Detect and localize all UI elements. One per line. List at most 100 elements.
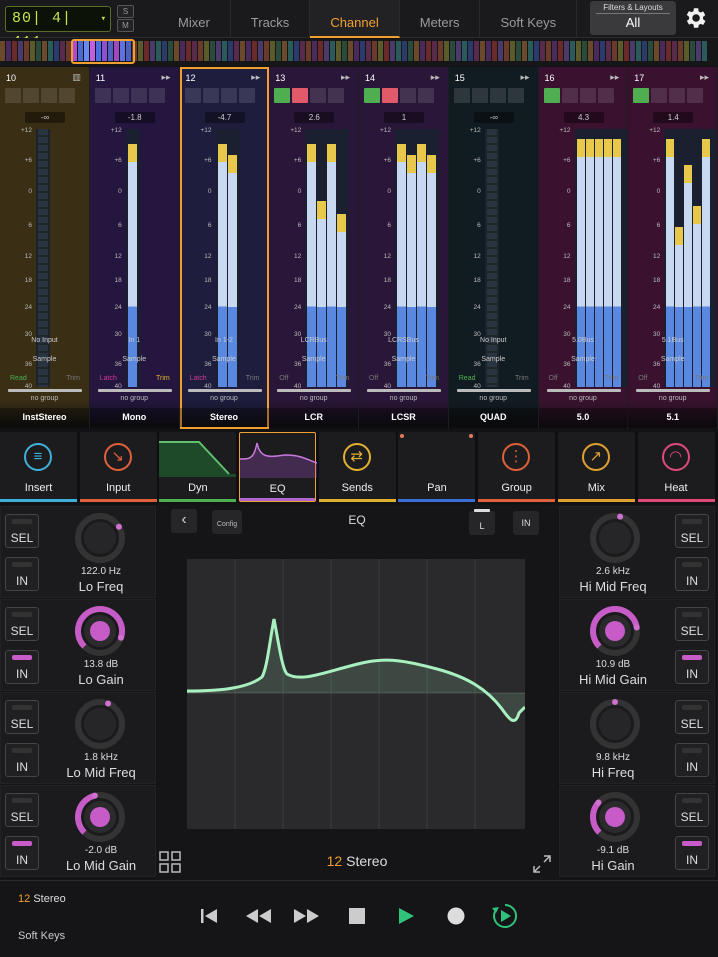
input-source[interactable]: 5.0Bus xyxy=(539,337,628,344)
insert-slot[interactable] xyxy=(184,88,201,103)
section-tab-pan[interactable]: Pan xyxy=(398,432,476,502)
filters-layouts-button[interactable]: Filters & Layouts All xyxy=(590,1,676,35)
sel-button[interactable]: SEL xyxy=(675,700,709,734)
automation-mode[interactable]: Off xyxy=(279,375,288,382)
gain-value[interactable]: -1.8 xyxy=(114,112,155,123)
eq-curve-graph[interactable] xyxy=(187,559,525,829)
automation-mode[interactable]: Read xyxy=(10,375,27,382)
in-button[interactable]: IN xyxy=(5,743,39,777)
channel-name[interactable]: Mono xyxy=(89,408,179,427)
gain-value[interactable]: -∞ xyxy=(25,112,65,123)
hi-mid-gain-knob[interactable] xyxy=(588,604,642,658)
insert-slot[interactable] xyxy=(651,88,668,103)
sel-button[interactable]: SEL xyxy=(675,514,709,548)
section-tab-heat[interactable]: ◠ Heat xyxy=(637,432,715,502)
stop-icon[interactable] xyxy=(344,905,370,927)
fader[interactable] xyxy=(187,389,262,392)
channel-strip[interactable]: 17 ▸▸ 1.4 +12 +6 0 6 12 18 24 30 36 40 5.1Bus Sample Of… xyxy=(628,67,718,429)
channel-name[interactable]: LCR xyxy=(269,408,359,427)
tab-mixer[interactable]: Mixer xyxy=(158,0,231,38)
insert-slot[interactable] xyxy=(507,88,524,103)
in-button[interactable]: IN xyxy=(675,836,709,870)
automation-mode[interactable]: Read xyxy=(459,375,476,382)
insert-slot[interactable] xyxy=(382,88,398,103)
record-icon[interactable] xyxy=(443,905,469,927)
insert-slot[interactable] xyxy=(489,88,506,103)
channel-strip[interactable]: 15 ▸▸ -∞ +12 +6 0 6 12 18 24 30 36 40 No Input Sample R… xyxy=(448,67,539,429)
input-source[interactable]: 5.1Bus xyxy=(628,337,717,344)
insert-slot[interactable] xyxy=(418,88,434,103)
channel-name[interactable]: 5.0 xyxy=(538,408,628,427)
channel-strip[interactable]: 16 ▸▸ 4.3 +12 +6 0 6 12 18 24 30 36 40 5.0Bus Sample Of… xyxy=(538,67,629,429)
insert-slot[interactable] xyxy=(220,88,237,103)
channel-name[interactable]: 5.1 xyxy=(628,408,718,427)
fader[interactable] xyxy=(8,389,82,392)
section-tab-group[interactable]: ⋮ Group xyxy=(478,432,556,502)
section-tab-eq[interactable]: EQ xyxy=(239,432,318,502)
go-to-start-icon[interactable] xyxy=(196,905,222,927)
insert-slot[interactable] xyxy=(400,88,416,103)
section-tab-input[interactable]: ↘ Input xyxy=(79,432,157,502)
trim-mode[interactable]: Trim xyxy=(515,375,529,382)
automation-mode[interactable]: Off xyxy=(549,375,558,382)
input-source[interactable]: In 1-2 xyxy=(180,337,269,344)
insert-slot[interactable] xyxy=(633,88,650,103)
insert-slot[interactable] xyxy=(5,88,21,103)
gain-value[interactable]: -4.7 xyxy=(204,112,245,123)
back-button[interactable]: ‹ xyxy=(171,509,197,533)
config-button[interactable]: Config xyxy=(212,510,242,534)
channel-name[interactable]: InstStereo xyxy=(0,408,89,427)
insert-slot[interactable] xyxy=(687,88,704,103)
fader[interactable] xyxy=(636,389,711,392)
insert-slot[interactable] xyxy=(561,88,578,103)
fader[interactable] xyxy=(367,389,441,392)
counter-mode-button-m[interactable]: M xyxy=(117,19,134,32)
automation-mode[interactable]: Latch xyxy=(190,375,207,382)
fader[interactable] xyxy=(546,389,621,392)
insert-slot[interactable] xyxy=(274,88,291,103)
input-source[interactable]: In 1 xyxy=(90,337,179,344)
counter-dropdown-icon[interactable]: ▾ xyxy=(101,7,107,31)
automation-mode[interactable]: Latch xyxy=(100,375,117,382)
fader[interactable] xyxy=(456,389,531,392)
channel-strip[interactable]: 12 ▸▸ -4.7 +12 +6 0 6 12 18 24 30 36 40 In 1-2 Sample L… xyxy=(179,67,270,429)
insert-slot[interactable] xyxy=(669,88,686,103)
insert-slot[interactable] xyxy=(471,88,488,103)
channel-name[interactable]: LCSR xyxy=(359,408,448,427)
loop-play-icon[interactable] xyxy=(490,902,520,930)
input-source[interactable]: LCRSBus xyxy=(359,337,448,344)
sel-button[interactable]: SEL xyxy=(5,793,39,827)
section-tab-sends[interactable]: ⇄ Sends xyxy=(318,432,396,502)
sel-button[interactable]: SEL xyxy=(5,514,39,548)
in-button[interactable]: IN xyxy=(675,650,709,684)
gain-value[interactable]: 2.6 xyxy=(294,112,335,123)
insert-slot[interactable] xyxy=(202,88,219,103)
insert-slot[interactable] xyxy=(94,88,111,103)
trim-mode[interactable]: Trim xyxy=(156,375,170,382)
insert-slot[interactable] xyxy=(292,88,309,103)
soft-keys-label[interactable]: Soft Keys xyxy=(18,930,65,942)
lo-freq-knob[interactable] xyxy=(73,511,127,565)
tab-meters[interactable]: Meters xyxy=(400,0,481,38)
fast-forward-icon[interactable] xyxy=(292,905,322,927)
sel-button[interactable]: SEL xyxy=(5,700,39,734)
insert-slot[interactable] xyxy=(41,88,57,103)
insert-slot[interactable] xyxy=(597,88,614,103)
gear-icon[interactable] xyxy=(682,5,708,31)
hi-mid-freq-knob[interactable] xyxy=(588,511,642,565)
sel-button[interactable]: SEL xyxy=(5,607,39,641)
channel-strip[interactable]: 11 ▸▸ -1.8 +12 +6 0 6 12 18 24 30 36 40 In 1 Sample Lat… xyxy=(89,67,180,429)
section-tab-insert[interactable]: ≡ Insert xyxy=(0,432,77,502)
trim-mode[interactable]: Trim xyxy=(425,375,439,382)
fader[interactable] xyxy=(277,389,352,392)
insert-slot[interactable] xyxy=(579,88,596,103)
eq-in-button[interactable]: IN xyxy=(513,511,539,535)
lo-gain-knob[interactable] xyxy=(73,604,127,658)
trim-mode[interactable]: Trim xyxy=(336,375,350,382)
channel-name[interactable]: QUAD xyxy=(448,408,538,427)
position-counter[interactable]: 80| 4| 411 ▾ xyxy=(5,6,111,51)
in-button[interactable]: IN xyxy=(675,743,709,777)
section-tab-mix[interactable]: ↗ Mix xyxy=(557,432,635,502)
in-button[interactable]: IN xyxy=(5,650,39,684)
trim-mode[interactable]: Trim xyxy=(605,375,619,382)
